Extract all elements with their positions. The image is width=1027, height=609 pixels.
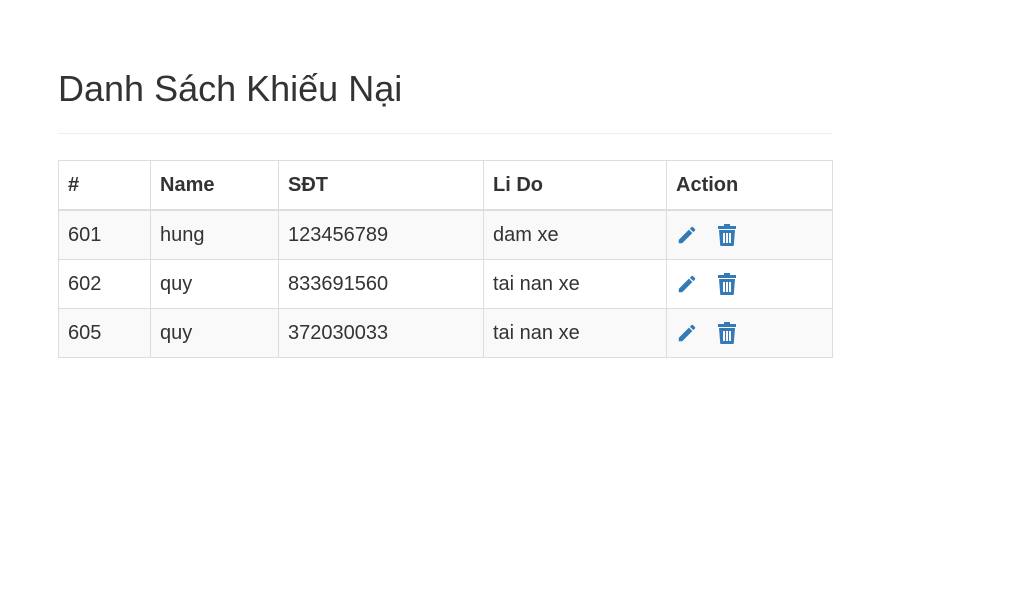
cell-actions: [666, 259, 833, 309]
trash-icon[interactable]: [716, 224, 738, 246]
cell-name: quy: [150, 308, 279, 358]
cell-actions: [666, 308, 833, 358]
table-row: 601 hung 123456789 dam xe: [58, 209, 833, 260]
cell-name: quy: [150, 259, 279, 309]
table-header-row: # Name SĐT Li Do Action: [58, 160, 833, 211]
pencil-icon[interactable]: [676, 224, 698, 246]
page-title: Danh Sách Khiếu Nại: [58, 68, 403, 109]
header-phone: SĐT: [278, 160, 484, 211]
trash-icon[interactable]: [716, 273, 738, 295]
header-id: #: [58, 160, 151, 211]
title-divider: [58, 133, 833, 134]
trash-icon[interactable]: [716, 322, 738, 344]
cell-phone: 123456789: [278, 209, 484, 260]
cell-name: hung: [150, 209, 279, 260]
table-row: 605 quy 372030033 tai nan xe: [58, 308, 833, 358]
cell-reason: tai nan xe: [483, 308, 667, 358]
cell-id: 601: [58, 209, 151, 260]
complaints-table: # Name SĐT Li Do Action 601 hung 1234567…: [58, 160, 833, 358]
header-reason: Li Do: [483, 160, 667, 211]
pencil-icon[interactable]: [676, 273, 698, 295]
cell-phone: 372030033: [278, 308, 484, 358]
header-action: Action: [666, 160, 833, 211]
cell-reason: tai nan xe: [483, 259, 667, 309]
cell-id: 605: [58, 308, 151, 358]
header-name: Name: [150, 160, 279, 211]
table-row: 602 quy 833691560 tai nan xe: [58, 259, 833, 309]
cell-id: 602: [58, 259, 151, 309]
cell-actions: [666, 209, 833, 260]
cell-reason: dam xe: [483, 209, 667, 260]
pencil-icon[interactable]: [676, 322, 698, 344]
cell-phone: 833691560: [278, 259, 484, 309]
